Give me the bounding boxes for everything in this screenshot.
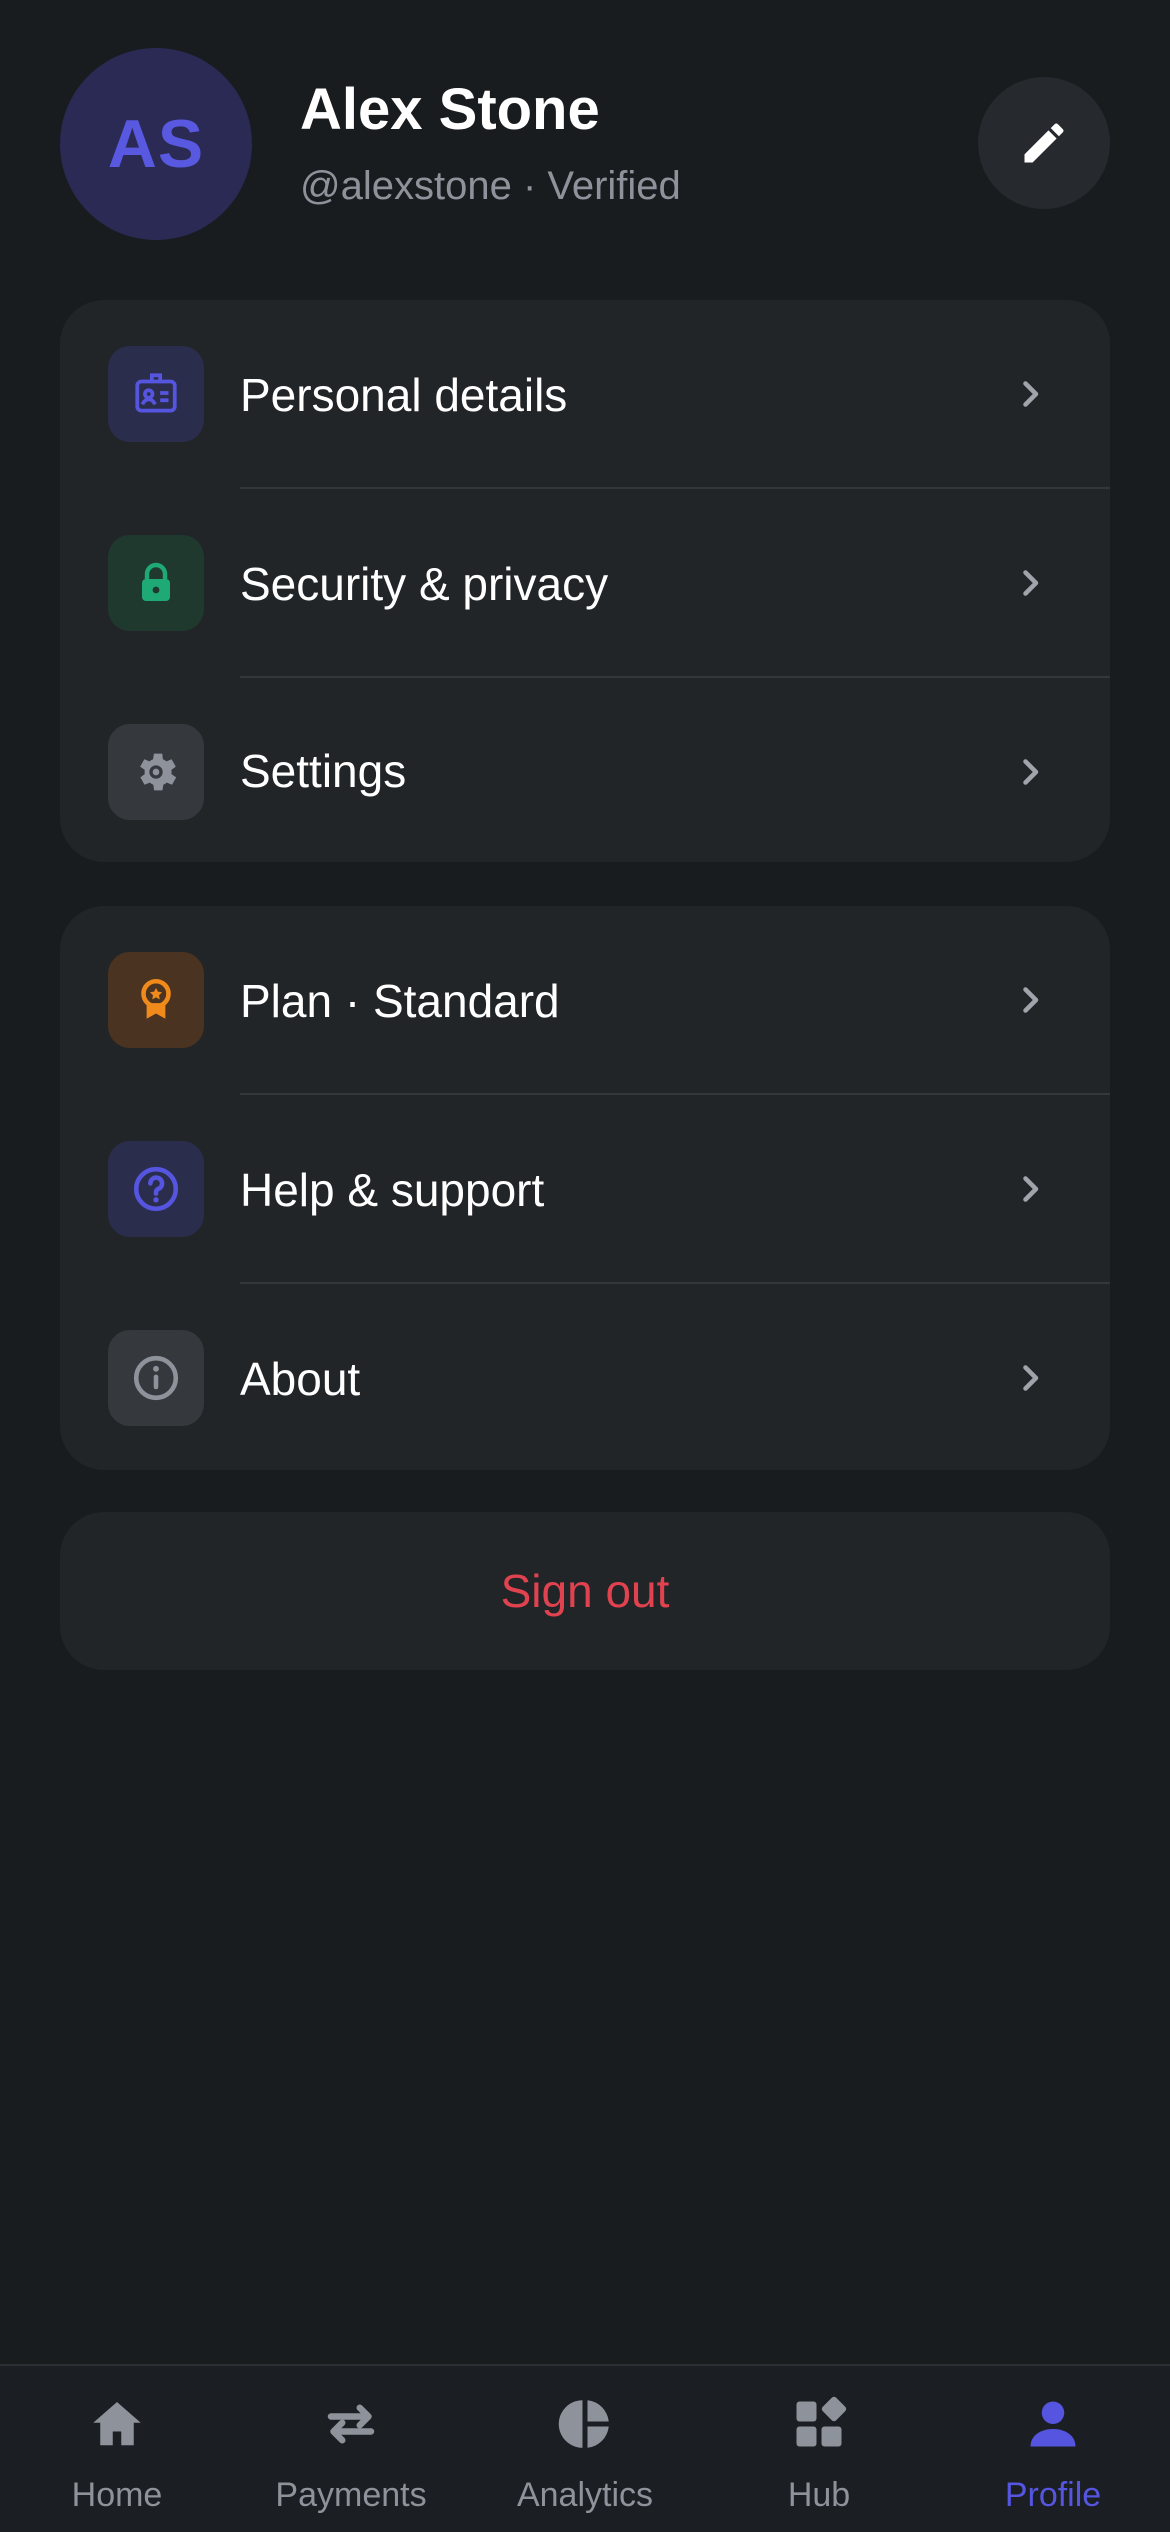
menu-item-settings[interactable]: Settings: [60, 678, 1110, 862]
transfer-arrows-icon: [327, 2404, 375, 2444]
info-circle-icon: [108, 1330, 204, 1426]
tab-hub[interactable]: Hub: [702, 2366, 936, 2532]
chevron-right-icon: [1023, 570, 1039, 596]
lock-icon: [108, 535, 204, 631]
profile-screen: AS Alex Stone @alexstone · Verified Pers…: [0, 0, 1170, 2532]
home-icon: [93, 2402, 141, 2446]
id-card-icon: [108, 346, 204, 442]
menu-item-label: Help & support: [240, 1164, 545, 1216]
menu-item-label: Plan · Standard: [240, 975, 560, 1027]
user-icon: [1030, 2401, 1076, 2447]
tab-home[interactable]: Home: [0, 2366, 234, 2532]
tab-label: Analytics: [516, 2476, 654, 2514]
menu-item-help-support[interactable]: Help & support: [60, 1095, 1110, 1284]
pie-chart-icon: [558, 2400, 609, 2448]
award-ribbon-icon: [108, 952, 204, 1048]
tab-payments[interactable]: Payments: [234, 2366, 468, 2532]
chevron-right-icon: [1023, 1176, 1039, 1202]
menu-item-about[interactable]: About: [60, 1284, 1110, 1470]
chevron-right-icon: [1023, 381, 1039, 407]
tab-label: Profile: [1004, 2476, 1102, 2514]
menu-item-label: Settings: [240, 745, 407, 797]
chevron-right-icon: [1023, 759, 1039, 785]
menu-item-label: Personal details: [240, 369, 568, 421]
chevron-right-icon: [1023, 987, 1039, 1013]
avatar-initials: AS: [107, 106, 205, 182]
pencil-icon: [1024, 123, 1064, 163]
support-menu-card: Plan · Standard Help & support About: [60, 906, 1110, 1470]
tab-label: Payments: [275, 2476, 427, 2514]
account-menu-card: Personal details Security & privacy Sett…: [60, 300, 1110, 862]
avatar[interactable]: AS: [60, 48, 252, 240]
chevron-right-icon: [1023, 1365, 1039, 1391]
profile-name: Alex Stone: [300, 77, 600, 142]
sign-out-label: Sign out: [500, 1565, 670, 1617]
tab-label: Home: [71, 2476, 163, 2514]
profile-header: AS Alex Stone @alexstone · Verified: [60, 48, 1110, 240]
tab-label: Hub: [787, 2476, 851, 2514]
edit-profile-button[interactable]: [978, 77, 1110, 209]
tab-analytics[interactable]: Analytics: [468, 2366, 702, 2532]
menu-item-plan[interactable]: Plan · Standard: [60, 906, 1110, 1095]
sign-out-button[interactable]: Sign out: [60, 1512, 1110, 1670]
menu-item-personal-details[interactable]: Personal details: [60, 300, 1110, 489]
menu-item-label: Security & privacy: [240, 558, 609, 610]
menu-item-security-privacy[interactable]: Security & privacy: [60, 489, 1110, 678]
menu-item-label: About: [240, 1353, 361, 1405]
gear-icon: [108, 724, 204, 820]
bottom-tab-bar: Home Payments Analytics Hub Profile: [0, 2364, 1170, 2532]
profile-handle: @alexstone · Verified: [300, 164, 681, 208]
widgets-icon: [796, 2396, 847, 2447]
help-circle-icon: [108, 1141, 204, 1237]
tab-profile[interactable]: Profile: [936, 2366, 1170, 2532]
